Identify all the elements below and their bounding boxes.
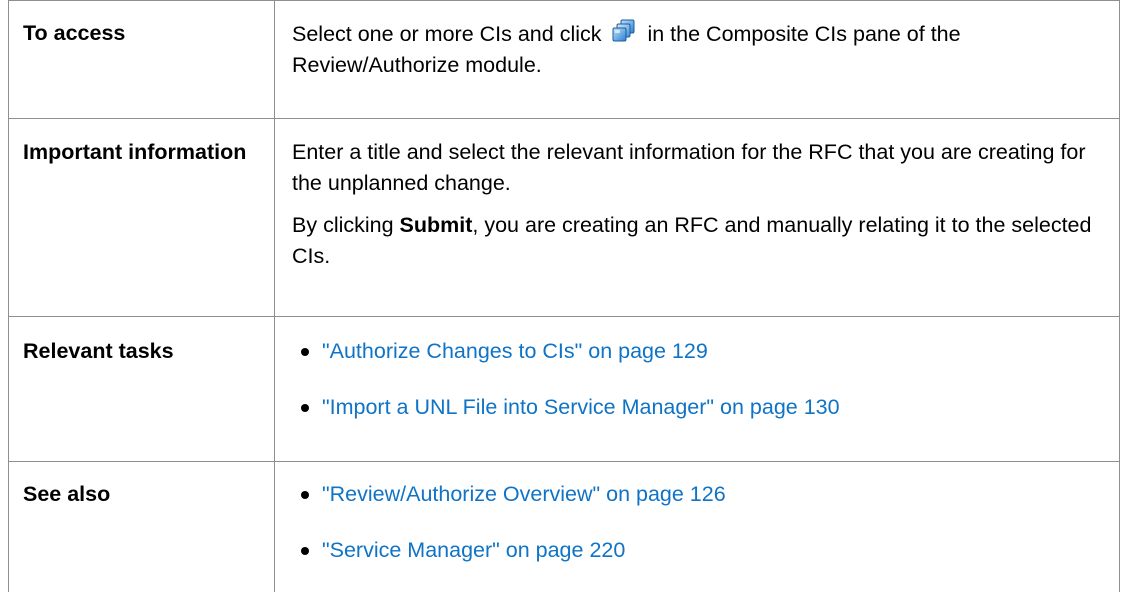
link-authorize-changes[interactable]: "Authorize Changes to CIs" on page 129 (322, 339, 708, 363)
row-label-to-access: To access (9, 1, 275, 119)
row-relevant-tasks: Relevant tasks "Authorize Changes to CIs… (9, 317, 1120, 462)
important-paragraph-2: By clicking Submit, you are creating an … (292, 210, 1107, 272)
info-table: To access Select one or more CIs and cli… (8, 0, 1120, 592)
bullet-icon (301, 348, 309, 356)
link-service-manager[interactable]: "Service Manager" on page 220 (322, 538, 625, 562)
bullet-icon (301, 491, 309, 499)
important-paragraph-1: Enter a title and select the relevant in… (292, 137, 1107, 199)
row-important-information: Important information Enter a title and … (9, 119, 1120, 317)
bullet-icon (301, 404, 309, 412)
access-text-before-icon: Select one or more CIs and click (292, 22, 602, 46)
see-also-list: "Review/Authorize Overview" on page 126 … (292, 479, 1107, 566)
row-content-to-access: Select one or more CIs and click (275, 1, 1120, 119)
link-import-unl-file[interactable]: "Import a UNL File into Service Manager"… (322, 395, 840, 419)
composite-ci-icon (611, 18, 637, 44)
bullet-icon (301, 547, 309, 555)
row-content-see-also: "Review/Authorize Overview" on page 126 … (275, 462, 1120, 592)
list-item: "Authorize Changes to CIs" on page 129 (292, 336, 1107, 367)
row-label-see-also: See also (9, 462, 275, 592)
row-to-access: To access Select one or more CIs and cli… (9, 1, 1120, 119)
list-item: "Review/Authorize Overview" on page 126 (292, 479, 1107, 510)
row-label-relevant-tasks: Relevant tasks (9, 317, 275, 462)
relevant-tasks-list: "Authorize Changes to CIs" on page 129 "… (292, 336, 1107, 423)
link-review-authorize-overview[interactable]: "Review/Authorize Overview" on page 126 (322, 482, 726, 506)
list-item: "Import a UNL File into Service Manager"… (292, 392, 1107, 423)
row-label-important-information: Important information (9, 119, 275, 317)
row-content-relevant-tasks: "Authorize Changes to CIs" on page 129 "… (275, 317, 1120, 462)
row-see-also: See also "Review/Authorize Overview" on … (9, 462, 1120, 592)
list-item: "Service Manager" on page 220 (292, 535, 1107, 566)
row-content-important-information: Enter a title and select the relevant in… (275, 119, 1120, 317)
important-p2-prefix: By clicking (292, 213, 400, 237)
submit-term: Submit (400, 213, 473, 237)
